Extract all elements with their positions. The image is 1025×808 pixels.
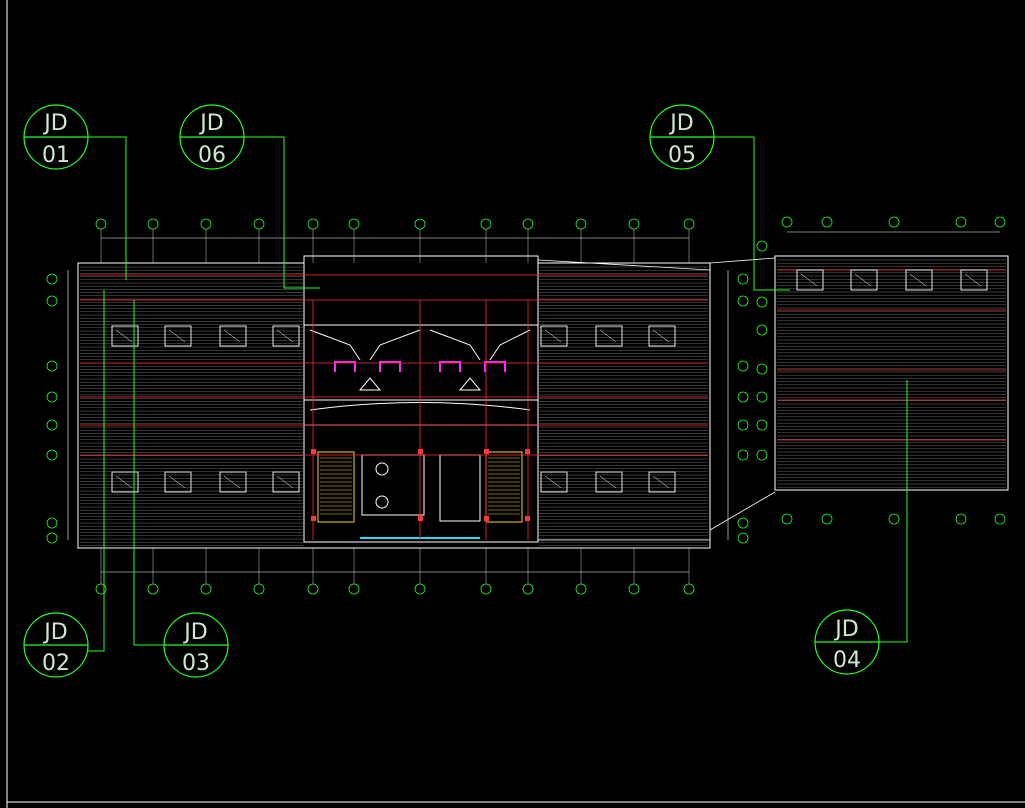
callout-top: JD: [833, 617, 858, 642]
callout-number: 02: [42, 651, 70, 676]
detail-callout-jd03[interactable]: JD 03: [163, 612, 229, 678]
callout-number: 06: [198, 143, 226, 168]
callout-number: 04: [833, 648, 861, 673]
callout-top: JD: [198, 111, 223, 136]
callout-top: JD: [42, 111, 67, 136]
structural-axis-lines: [80, 269, 1006, 540]
skylight-openings: [111, 269, 988, 493]
detail-callout-jd06[interactable]: JD 06: [179, 104, 245, 170]
detail-callout-jd04[interactable]: JD 04: [814, 609, 880, 675]
callout-number: 01: [42, 143, 70, 168]
callout-number: 05: [668, 143, 696, 168]
roof-hatch-annex: [777, 259, 1006, 488]
callout-top: JD: [42, 620, 67, 645]
cad-roof-plan-drawing: JD 01 JD 06 JD 05 JD 02 JD 03 JD 04: [6, 0, 1025, 808]
detail-callout-jd02[interactable]: JD 02: [23, 612, 89, 678]
central-core-block: [303, 255, 539, 543]
callout-top: JD: [182, 620, 207, 645]
annex-building-plan: [774, 255, 1009, 491]
detail-callout-jd01[interactable]: JD 01: [23, 104, 89, 170]
callout-number: 03: [182, 651, 210, 676]
callout-top: JD: [668, 111, 693, 136]
detail-callout-jd05[interactable]: JD 05: [649, 104, 715, 170]
